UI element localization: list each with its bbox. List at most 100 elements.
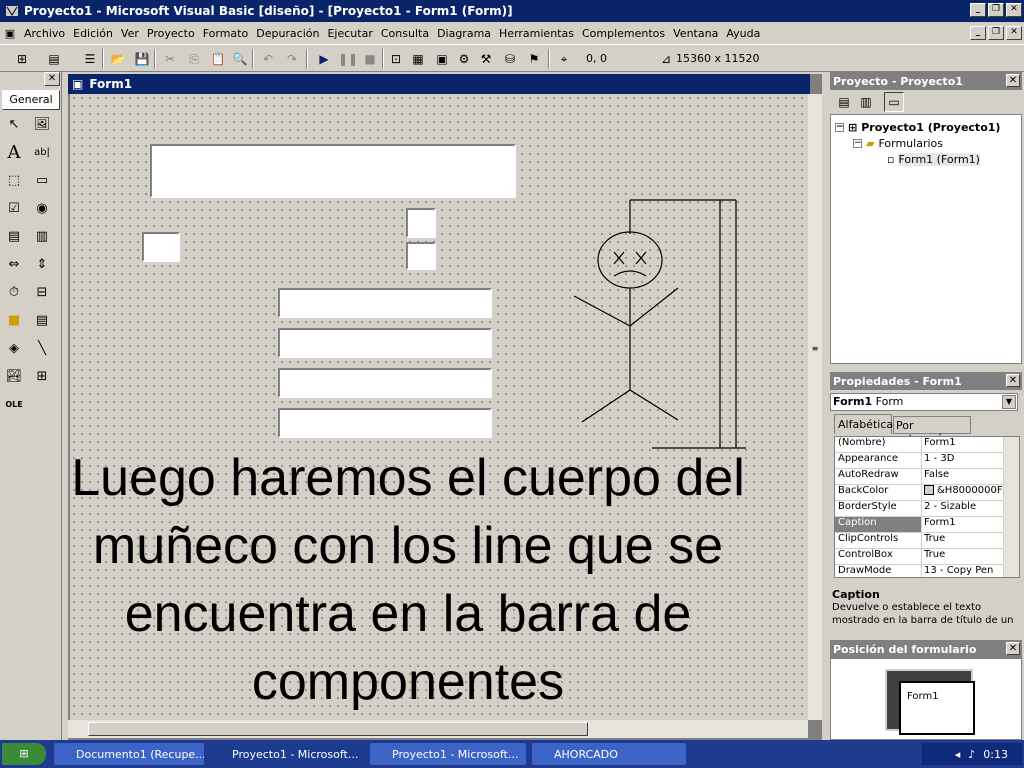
property-value[interactable]: &H8000000F (922, 485, 1002, 500)
copy-icon[interactable]: ⎘ (184, 49, 204, 69)
menu-formato[interactable]: Formato (199, 27, 253, 40)
timer-icon[interactable]: ⏱ (2, 280, 26, 304)
stop-icon[interactable]: ■ (360, 49, 380, 69)
toggle-folders-icon[interactable]: ▭ (884, 92, 904, 112)
property-value[interactable]: Form1 (922, 437, 1002, 452)
form-titlebar[interactable]: ▣ Form1 (68, 74, 810, 94)
tree-form1[interactable]: ▫ Form1 (Form1) (887, 153, 980, 166)
shape-icon[interactable]: ◈ (2, 336, 26, 360)
commandbutton-icon[interactable]: ▭ (30, 168, 54, 192)
data-view-icon[interactable]: ⛁ (500, 49, 520, 69)
task-ahorcado[interactable]: AHORCADO (532, 743, 686, 765)
project-pane-close-icon[interactable]: ✕ (1006, 74, 1020, 87)
properties-window-icon[interactable]: ▦ (408, 49, 428, 69)
line-icon[interactable]: ╲ (30, 336, 54, 360)
frame-icon[interactable]: ⬚ (2, 168, 26, 192)
property-row-selected[interactable]: Caption Form1 (835, 517, 1019, 533)
dirlistbox-icon[interactable]: ■ (2, 308, 26, 332)
textbox-icon[interactable]: ab| (30, 140, 54, 164)
mdi-restore-button[interactable]: ❐ (988, 26, 1004, 40)
open-icon[interactable]: 📂 (108, 49, 128, 69)
input-row-1[interactable] (278, 288, 492, 318)
restore-button[interactable]: ❐ (988, 3, 1004, 17)
ole-icon[interactable]: OLE (2, 392, 26, 416)
menu-ver[interactable]: Ver (117, 27, 143, 40)
menu-editor-icon[interactable]: ☰ (80, 49, 100, 69)
task-proyecto1-active[interactable]: Proyecto1 - Microsoft... (210, 743, 360, 765)
property-row[interactable]: Appearance 1 - 3D (835, 453, 1019, 469)
find-icon[interactable]: 🔍 (230, 49, 250, 69)
property-value[interactable]: 1 - 3D (922, 453, 1002, 468)
mdi-close-button[interactable]: ✕ (1006, 26, 1022, 40)
vscroll-thumb[interactable]: ≡ (809, 344, 821, 354)
menu-ejecutar[interactable]: Ejecutar (323, 27, 376, 40)
menu-ventana[interactable]: Ventana (669, 27, 722, 40)
pause-icon[interactable]: ❚❚ (338, 49, 358, 69)
property-row[interactable]: AutoRedraw False (835, 469, 1019, 485)
menu-complementos[interactable]: Complementos (578, 27, 669, 40)
collapse-icon[interactable]: − (853, 139, 862, 148)
mdi-minimize-button[interactable]: _ (970, 26, 986, 40)
property-row[interactable]: (Nombre) Form1 (835, 437, 1019, 453)
small-box-bottom[interactable] (406, 242, 436, 270)
redo-icon[interactable]: ↷ (282, 49, 302, 69)
property-row[interactable]: DrawMode 13 - Copy Pen (835, 565, 1019, 577)
properties-pane-close-icon[interactable]: ✕ (1006, 374, 1020, 387)
menu-edicion[interactable]: Edición (69, 27, 117, 40)
collapse-icon[interactable]: − (835, 123, 844, 132)
property-row[interactable]: BorderStyle 2 - Sizable (835, 501, 1019, 517)
word-textbox[interactable] (150, 144, 516, 198)
property-value[interactable]: Form1 (922, 517, 1002, 532)
menu-consulta[interactable]: Consulta (377, 27, 433, 40)
project-explorer-icon[interactable]: ⊡ (386, 49, 406, 69)
tab-alfabetica[interactable]: Alfabética (834, 414, 893, 434)
add-project-icon[interactable]: ⊞ (12, 49, 32, 69)
save-icon[interactable]: 💾 (132, 49, 152, 69)
menu-archivo[interactable]: Archivo (20, 27, 69, 40)
checkbox-icon[interactable]: ☑ (2, 196, 26, 220)
hscroll-thumb[interactable] (88, 722, 588, 736)
data-control-icon[interactable]: ⊞ (30, 364, 54, 388)
form-horizontal-scrollbar[interactable] (68, 720, 808, 738)
menu-ayuda[interactable]: Ayuda (722, 27, 764, 40)
minimize-button[interactable]: _ (970, 3, 986, 17)
start-button[interactable]: ⊞ (2, 743, 46, 765)
form-layout-icon[interactable]: ▣ (432, 49, 452, 69)
menu-depuracion[interactable]: Depuración (252, 27, 323, 40)
task-documento1[interactable]: Documento1 (Recupe... (54, 743, 204, 765)
property-value[interactable]: True (922, 549, 1002, 564)
menu-proyecto[interactable]: Proyecto (143, 27, 199, 40)
property-row[interactable]: ControlBox True (835, 549, 1019, 565)
label-tool-icon[interactable]: A (2, 140, 26, 164)
form-preview[interactable]: Form1 (899, 681, 975, 735)
small-box-top[interactable] (406, 208, 436, 238)
input-row-4[interactable] (278, 408, 492, 438)
view-object-icon[interactable]: ▥ (856, 92, 876, 112)
property-value[interactable]: 2 - Sizable (922, 501, 1002, 516)
toolbox-tab-general[interactable]: General (2, 90, 60, 110)
tray-volume-icon[interactable]: ♪ (968, 748, 975, 761)
toolbox-close-icon[interactable]: ✕ (44, 72, 60, 86)
property-row[interactable]: ClipControls True (835, 533, 1019, 549)
letter-textbox[interactable] (142, 232, 180, 262)
form-vertical-scrollbar[interactable]: ≡ (808, 94, 822, 720)
close-button[interactable]: ✕ (1006, 3, 1022, 17)
drivelistbox-icon[interactable]: ⊟ (30, 280, 54, 304)
menu-herramientas[interactable]: Herramientas (495, 27, 578, 40)
listbox-icon[interactable]: ▥ (30, 224, 54, 248)
tree-folder-formularios[interactable]: − ▰ Formularios (853, 137, 943, 150)
combobox-icon[interactable]: ▤ (2, 224, 26, 248)
task-proyecto1[interactable]: Proyecto1 - Microsoft... (370, 743, 526, 765)
chevron-down-icon[interactable]: ▼ (1002, 395, 1016, 409)
start-icon[interactable]: ▶ (314, 49, 334, 69)
tree-project-root[interactable]: − ⊞ Proyecto1 (Proyecto1) (835, 121, 1000, 134)
property-value[interactable]: True (922, 533, 1002, 548)
undo-icon[interactable]: ↶ (258, 49, 278, 69)
add-form-icon[interactable]: ▤ (44, 49, 64, 69)
object-browser-icon[interactable]: ⚙ (454, 49, 474, 69)
hscrollbar-icon[interactable]: ⇔ (2, 252, 26, 276)
filelistbox-icon[interactable]: ▤ (30, 308, 54, 332)
visual-component-manager-icon[interactable]: ⚑ (524, 49, 544, 69)
paste-icon[interactable]: 📋 (208, 49, 228, 69)
picturebox-icon[interactable]: 🖼 (30, 112, 54, 136)
